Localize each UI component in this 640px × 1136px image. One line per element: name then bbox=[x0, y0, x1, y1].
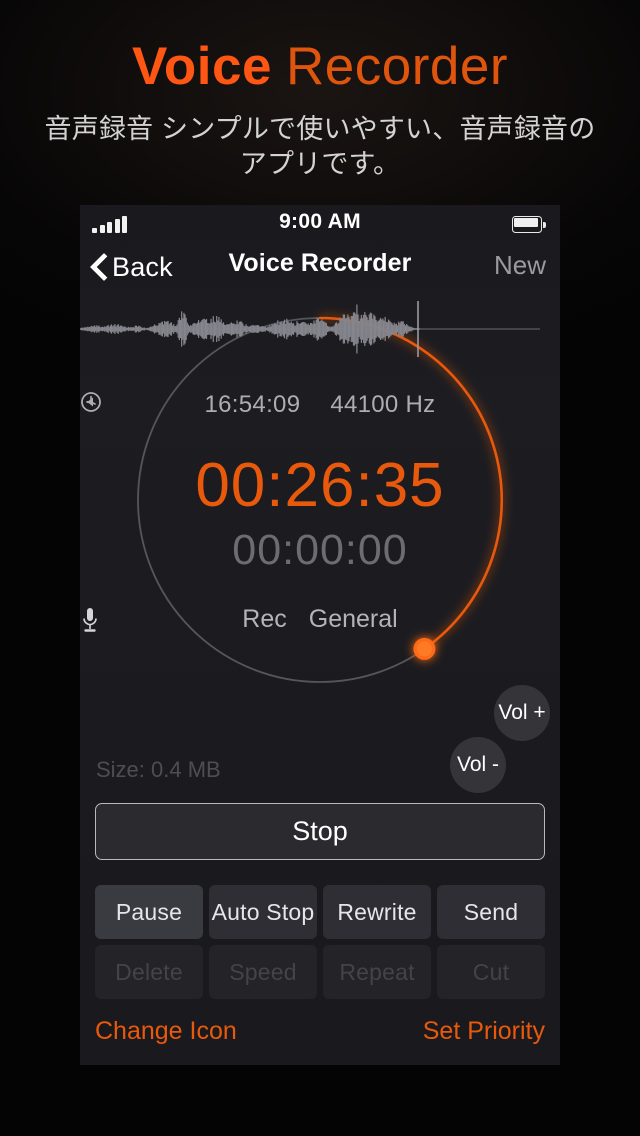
action-button-delete: Delete bbox=[95, 945, 203, 999]
action-button-cut: Cut bbox=[437, 945, 545, 999]
set-priority-link[interactable]: Set Priority bbox=[423, 1017, 545, 1046]
change-icon-link[interactable]: Change Icon bbox=[95, 1017, 237, 1046]
promo-page: Voice Recorder 音声録音 シンプルで使いやすい、音声録音のアプリです… bbox=[0, 0, 640, 1136]
waveform-display[interactable] bbox=[80, 293, 540, 365]
secondary-timer: 00:00:00 bbox=[232, 526, 408, 574]
microphone-icon bbox=[83, 608, 97, 632]
promo-header: Voice Recorder 音声録音 シンプルで使いやすい、音声録音のアプリです… bbox=[0, 0, 640, 205]
file-size-label: Size: 0.4 MB bbox=[96, 757, 221, 782]
title-word-recorder: Recorder bbox=[285, 37, 508, 96]
action-button-send[interactable]: Send bbox=[437, 885, 545, 939]
elapsed-clock-value: 16:54:09 bbox=[204, 391, 301, 418]
nav-title: Voice Recorder bbox=[228, 249, 412, 277]
action-row-primary: Pause Auto Stop Rewrite Send bbox=[95, 885, 545, 939]
footer-links: Change Icon Set Priority bbox=[95, 1017, 545, 1046]
phone-screen: 9:00 AM Back Voice Recorder New 16:54:09… bbox=[80, 205, 560, 1065]
recording-profile-label: General bbox=[308, 605, 398, 633]
volume-down-button[interactable]: Vol - bbox=[450, 737, 506, 793]
elapsed-clock-item: 16:54:09 bbox=[81, 391, 301, 419]
action-button-auto-stop[interactable]: Auto Stop bbox=[209, 885, 317, 939]
action-button-speed: Speed bbox=[209, 945, 317, 999]
recording-mode-label: Rec bbox=[242, 605, 287, 633]
recording-mode-row: Rec General bbox=[80, 605, 560, 634]
main-timer: 00:26:35 bbox=[195, 451, 445, 520]
action-button-grid: Pause Auto Stop Rewrite Send Delete Speed Rep… bbox=[95, 885, 545, 1005]
action-button-pause[interactable]: Pause bbox=[95, 885, 203, 939]
navigation-bar: Back Voice Recorder New bbox=[80, 241, 560, 293]
status-bar: 9:00 AM bbox=[80, 205, 560, 241]
sample-rate-item: 44100 Hz bbox=[81, 391, 436, 419]
new-button[interactable]: New bbox=[494, 250, 546, 281]
action-button-rewrite[interactable]: Rewrite bbox=[323, 885, 431, 939]
speaker-icon bbox=[81, 392, 101, 412]
battery-icon bbox=[512, 216, 546, 233]
promo-subtitle: 音声録音 シンプルで使いやすい、音声録音のアプリです。 bbox=[44, 114, 596, 179]
page-title: Voice Recorder bbox=[0, 36, 640, 98]
status-bar-time: 9:00 AM bbox=[279, 210, 361, 233]
stop-button[interactable]: Stop bbox=[95, 803, 545, 860]
action-button-repeat: Repeat bbox=[323, 945, 431, 999]
sample-rate-value: 44100 Hz bbox=[330, 391, 436, 418]
recording-dial: 16:54:09 44100 Hz 00:26:35 00:00:00 Rec … bbox=[80, 293, 560, 793]
volume-up-button[interactable]: Vol + bbox=[494, 685, 550, 741]
dial-info-row: 16:54:09 44100 Hz bbox=[80, 391, 560, 419]
action-row-secondary: Delete Speed Repeat Cut bbox=[95, 945, 545, 999]
title-word-voice: Voice bbox=[132, 37, 272, 96]
